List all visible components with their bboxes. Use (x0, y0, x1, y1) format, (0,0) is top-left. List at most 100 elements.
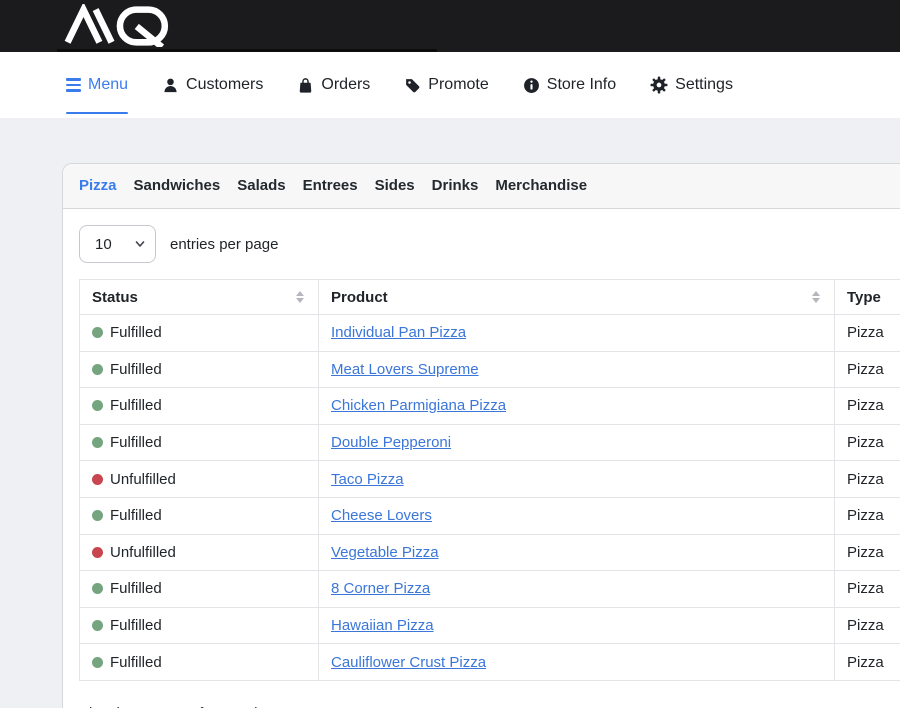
type-label: Pizza (847, 324, 884, 341)
column-label: Status (92, 289, 138, 306)
table-row: Fulfilled Individual Pan Pizza Pizza (80, 315, 900, 352)
nav-item-customers[interactable]: Customers (162, 52, 263, 118)
product-link[interactable]: Chicken Parmigiana Pizza (331, 397, 506, 414)
status-cell: Fulfilled (80, 351, 319, 388)
main-nav: Menu Customers Orders Promote Store Info (0, 52, 900, 118)
nav-item-menu[interactable]: Menu (66, 52, 128, 118)
product-cell: Vegetable Pizza (319, 534, 835, 571)
table-row: Fulfilled Chicken Parmigiana Pizza Pizza (80, 388, 900, 425)
page-size-control: 10 entries per page (79, 225, 900, 263)
status-dot-icon (92, 400, 103, 411)
table-row: Fulfilled Meat Lovers Supreme Pizza (80, 351, 900, 388)
tab-sandwiches[interactable]: Sandwiches (134, 176, 221, 196)
product-link[interactable]: Cheese Lovers (331, 507, 432, 524)
type-cell: Pizza (835, 497, 900, 534)
table-row: Fulfilled Cheese Lovers Pizza (80, 497, 900, 534)
status-label: Fulfilled (110, 397, 162, 414)
product-cell: Hawaiian Pizza (319, 607, 835, 644)
tab-entrees[interactable]: Entrees (303, 176, 358, 196)
product-link[interactable]: Cauliflower Crust Pizza (331, 654, 486, 671)
nav-label: Orders (321, 76, 370, 94)
status-dot-icon (92, 583, 103, 594)
shopping-bag-icon (297, 77, 314, 94)
status-dot-icon (92, 474, 103, 485)
status-dot-icon (92, 620, 103, 631)
sort-icon[interactable] (296, 291, 304, 303)
product-link[interactable]: Meat Lovers Supreme (331, 361, 479, 378)
type-label: Pizza (847, 471, 884, 488)
status-dot-icon (92, 547, 103, 558)
nav-item-promote[interactable]: Promote (404, 52, 488, 118)
status-dot-icon (92, 437, 103, 448)
table-row: Fulfilled Hawaiian Pizza Pizza (80, 607, 900, 644)
info-icon (523, 77, 540, 94)
status-label: Fulfilled (110, 361, 162, 378)
product-link[interactable]: Hawaiian Pizza (331, 617, 434, 634)
nav-item-store-info[interactable]: Store Info (523, 52, 616, 118)
type-label: Pizza (847, 507, 884, 524)
type-label: Pizza (847, 654, 884, 671)
column-header-type[interactable]: Type (835, 280, 900, 315)
product-link[interactable]: Vegetable Pizza (331, 544, 439, 561)
type-cell: Pizza (835, 351, 900, 388)
status-cell: Fulfilled (80, 571, 319, 608)
product-cell: 8 Corner Pizza (319, 571, 835, 608)
table-row: Fulfilled 8 Corner Pizza Pizza (80, 571, 900, 608)
menu-card: Pizza Sandwiches Salads Entrees Sides Dr… (62, 163, 900, 708)
type-label: Pizza (847, 617, 884, 634)
status-cell: Fulfilled (80, 388, 319, 425)
products-table: Status Product Type Fulfilled (79, 279, 900, 681)
category-tabs: Pizza Sandwiches Salads Entrees Sides Dr… (63, 164, 900, 209)
column-header-status[interactable]: Status (80, 280, 319, 315)
tab-drinks[interactable]: Drinks (432, 176, 479, 196)
nav-label: Customers (186, 76, 263, 94)
gear-icon (650, 76, 668, 94)
product-cell: Cheese Lovers (319, 497, 835, 534)
page-size-select[interactable]: 10 (79, 225, 156, 263)
type-cell: Pizza (835, 534, 900, 571)
type-cell: Pizza (835, 461, 900, 498)
product-link[interactable]: Individual Pan Pizza (331, 324, 466, 341)
column-label: Product (331, 289, 388, 306)
status-label: Fulfilled (110, 617, 162, 634)
status-dot-icon (92, 510, 103, 521)
product-cell: Double Pepperoni (319, 424, 835, 461)
table-row: Fulfilled Double Pepperoni Pizza (80, 424, 900, 461)
hamburger-icon (66, 78, 81, 92)
product-link[interactable]: Double Pepperoni (331, 434, 451, 451)
entries-per-page-label: entries per page (170, 236, 278, 253)
table-header-row: Status Product Type (80, 280, 900, 315)
column-header-product[interactable]: Product (319, 280, 835, 315)
nav-item-settings[interactable]: Settings (650, 52, 733, 118)
status-label: Unfulfilled (110, 544, 176, 561)
type-label: Pizza (847, 361, 884, 378)
tab-pizza[interactable]: Pizza (79, 176, 117, 196)
type-cell: Pizza (835, 315, 900, 352)
status-label: Fulfilled (110, 654, 162, 671)
column-label: Type (847, 289, 881, 306)
table-row: Unfulfilled Taco Pizza Pizza (80, 461, 900, 498)
status-cell: Fulfilled (80, 424, 319, 461)
status-dot-icon (92, 364, 103, 375)
status-cell: Fulfilled (80, 644, 319, 681)
type-label: Pizza (847, 434, 884, 451)
sort-icon[interactable] (812, 291, 820, 303)
nav-item-orders[interactable]: Orders (297, 52, 370, 118)
nav-label: Menu (88, 76, 128, 94)
status-cell: Unfulfilled (80, 534, 319, 571)
type-cell: Pizza (835, 571, 900, 608)
type-cell: Pizza (835, 388, 900, 425)
product-link[interactable]: Taco Pizza (331, 471, 404, 488)
product-link[interactable]: 8 Corner Pizza (331, 580, 430, 597)
tab-merchandise[interactable]: Merchandise (495, 176, 587, 196)
card-body: 10 entries per page Status Product (63, 209, 900, 708)
status-cell: Fulfilled (80, 315, 319, 352)
status-cell: Unfulfilled (80, 461, 319, 498)
status-label: Fulfilled (110, 580, 162, 597)
brand-logo-icon[interactable] (62, 4, 172, 47)
status-dot-icon (92, 657, 103, 668)
product-cell: Chicken Parmigiana Pizza (319, 388, 835, 425)
tab-salads[interactable]: Salads (237, 176, 285, 196)
tab-sides[interactable]: Sides (375, 176, 415, 196)
product-cell: Taco Pizza (319, 461, 835, 498)
